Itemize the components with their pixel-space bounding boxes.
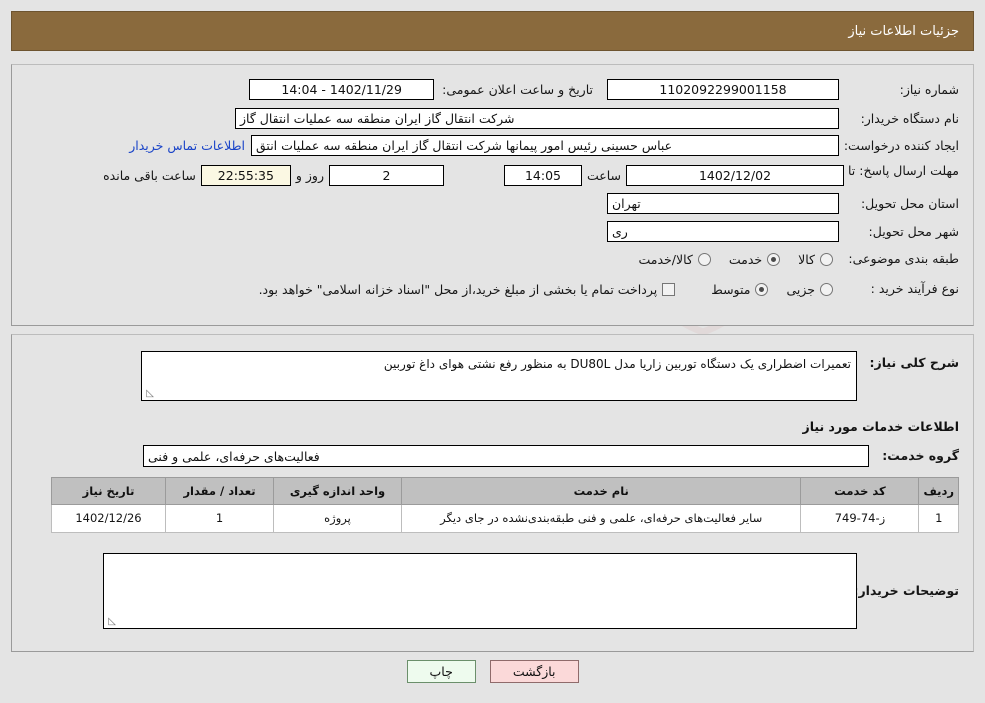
services-heading: اطلاعات خدمات مورد نیاز bbox=[802, 419, 960, 434]
radio-icon[interactable] bbox=[820, 282, 833, 296]
deadline-time-value: 14:05 bbox=[503, 165, 582, 186]
action-buttons: بازگشت چاپ bbox=[0, 660, 985, 683]
treasury-checkbox-item[interactable]: پرداخت تمام یا بخشی از مبلغ خرید،از محل … bbox=[259, 282, 676, 297]
creator-value: عباس حسینی رئیس امور پیمانها شرکت انتقال… bbox=[251, 135, 839, 156]
table-row: 1 ز-74-749 سایر فعالیت‌های حرفه‌ای، علمی… bbox=[51, 504, 959, 533]
announce-row: تاریخ و ساعت اعلان عمومی: 1402/11/29 - 1… bbox=[249, 79, 593, 100]
deadline-label: مهلت ارسال پاسخ: تا تاریخ: bbox=[814, 163, 959, 178]
remaining-time-value: 22:55:35 bbox=[200, 165, 291, 186]
deadline-row: 1402/12/02 ساعت 14:05 2 روز و 22:55:35 س… bbox=[98, 165, 844, 186]
announce-label: تاریخ و ساعت اعلان عمومی: bbox=[442, 81, 593, 97]
checkbox-icon[interactable] bbox=[662, 282, 676, 296]
cell-row-no: 1 bbox=[918, 504, 959, 533]
services-panel: شرح کلی نیاز: تعمیرات اضطراری یک دستگاه … bbox=[11, 334, 974, 652]
category-option-label: کالا bbox=[798, 251, 815, 267]
print-button[interactable]: چاپ bbox=[406, 660, 476, 683]
col-need-date: تاریخ نیاز bbox=[51, 477, 166, 505]
process-option-motavaset[interactable]: متوسط bbox=[711, 281, 769, 297]
buyer-org-label: نام دستگاه خریدار: bbox=[860, 110, 959, 126]
services-table: ردیف کد خدمت نام خدمت واحد اندازه گیری ت… bbox=[51, 477, 959, 533]
creator-row: ایجاد کننده درخواست: عباس حسینی رئیس امو… bbox=[129, 135, 959, 156]
radio-icon[interactable] bbox=[820, 252, 833, 266]
col-quantity: تعداد / مقدار bbox=[165, 477, 274, 505]
treasury-checkbox-label: پرداخت تمام یا بخشی از مبلغ خرید،از محل … bbox=[258, 281, 658, 297]
table-header-row: ردیف کد خدمت نام خدمت واحد اندازه گیری ت… bbox=[51, 477, 959, 505]
description-label: شرح کلی نیاز: bbox=[869, 355, 959, 370]
col-row-no: ردیف bbox=[918, 477, 959, 505]
category-option-khedmat[interactable]: خدمت bbox=[728, 251, 781, 267]
service-group-value: فعالیت‌های حرفه‌ای، علمی و فنی bbox=[143, 445, 869, 467]
col-unit: واحد اندازه گیری bbox=[273, 477, 402, 505]
city-label: شهر محل تحویل: bbox=[868, 223, 959, 239]
resize-grip-icon[interactable]: ◺ bbox=[144, 389, 154, 399]
province-label: استان محل تحویل: bbox=[860, 195, 959, 211]
hour-label: ساعت bbox=[586, 168, 621, 183]
col-service-code: کد خدمت bbox=[800, 477, 920, 505]
cell-need-date: 1402/12/26 bbox=[51, 504, 166, 533]
description-value: تعمیرات اضطراری یک دستگاه توربین زاریا م… bbox=[383, 357, 851, 371]
buyer-notes-label: توضیحات خریدار: bbox=[853, 583, 959, 598]
process-option-jozei[interactable]: جزیی bbox=[786, 282, 833, 297]
buyer-contact-link[interactable]: اطلاعات تماس خریدار bbox=[129, 138, 245, 153]
province-row: استان محل تحویل: تهران bbox=[607, 193, 959, 214]
resize-grip-icon[interactable]: ◺ bbox=[106, 617, 116, 627]
cell-quantity: 1 bbox=[165, 504, 274, 533]
creator-label: ایجاد کننده درخواست: bbox=[843, 137, 959, 153]
process-row: نوع فرآیند خرید : جزیی متوسط پرداخت تمام… bbox=[241, 281, 959, 297]
deadline-label-wrap: مهلت ارسال پاسخ: تا تاریخ: bbox=[814, 163, 959, 178]
need-number-value: 1102092299001158 bbox=[607, 79, 839, 100]
category-option-kala[interactable]: کالا bbox=[798, 252, 833, 267]
col-service-name: نام خدمت bbox=[400, 477, 802, 505]
buyer-org-value: شرکت انتقال گاز ایران منطقه سه عملیات ان… bbox=[235, 108, 839, 129]
need-info-panel: شماره نیاز: 1102092299001158 تاریخ و ساع… bbox=[11, 64, 974, 326]
need-number-label: شماره نیاز: bbox=[899, 81, 959, 97]
announce-value: 1402/11/29 - 14:04 bbox=[249, 79, 435, 100]
description-textarea[interactable]: تعمیرات اضطراری یک دستگاه توربین زاریا م… bbox=[141, 351, 857, 401]
need-number-row: شماره نیاز: 1102092299001158 bbox=[607, 79, 959, 100]
buyer-org-row: نام دستگاه خریدار: شرکت انتقال گاز ایران… bbox=[235, 108, 959, 129]
remaining-days-value: 2 bbox=[328, 165, 444, 186]
process-label: نوع فرآیند خرید : bbox=[870, 281, 959, 296]
process-option-label: جزیی bbox=[786, 281, 815, 297]
buyer-notes-textarea[interactable]: ◺ bbox=[103, 553, 857, 629]
process-option-label: متوسط bbox=[711, 281, 751, 297]
city-row: شهر محل تحویل: ری bbox=[607, 221, 959, 242]
radio-icon[interactable] bbox=[767, 252, 781, 266]
category-option-label: کالا/خدمت bbox=[638, 251, 693, 267]
deadline-date-value: 1402/12/02 bbox=[626, 165, 844, 186]
province-value: تهران bbox=[607, 193, 839, 214]
category-option-label: خدمت bbox=[728, 251, 763, 267]
cell-service-name: سایر فعالیت‌های حرفه‌ای، علمی و فنی طبقه… bbox=[400, 504, 802, 533]
city-value: ری bbox=[607, 221, 839, 242]
radio-icon[interactable] bbox=[755, 282, 769, 296]
category-row: طبقه بندی موضوعی: کالا خدمت کالا/خدمت bbox=[620, 251, 959, 267]
radio-icon[interactable] bbox=[697, 252, 711, 266]
service-group-row: گروه خدمت: فعالیت‌های حرفه‌ای، علمی و فن… bbox=[143, 445, 959, 467]
back-button[interactable]: بازگشت bbox=[489, 660, 579, 683]
buyer-notes-row: توضیحات خریدار: ◺ bbox=[103, 553, 959, 629]
cell-unit: پروژه bbox=[273, 504, 402, 533]
description-row: شرح کلی نیاز: تعمیرات اضطراری یک دستگاه … bbox=[141, 351, 959, 401]
cell-service-code: ز-74-749 bbox=[800, 504, 920, 533]
category-option-kala-khedmat[interactable]: کالا/خدمت bbox=[638, 251, 711, 267]
remaining-label: ساعت باقی مانده bbox=[103, 168, 196, 183]
category-label: طبقه بندی موضوعی: bbox=[848, 251, 959, 266]
service-group-label: گروه خدمت: bbox=[882, 448, 959, 463]
page-header: جزئیات اطلاعات نیاز bbox=[11, 11, 974, 51]
page-title: جزئیات اطلاعات نیاز bbox=[848, 23, 959, 39]
days-label: روز و bbox=[295, 168, 324, 183]
